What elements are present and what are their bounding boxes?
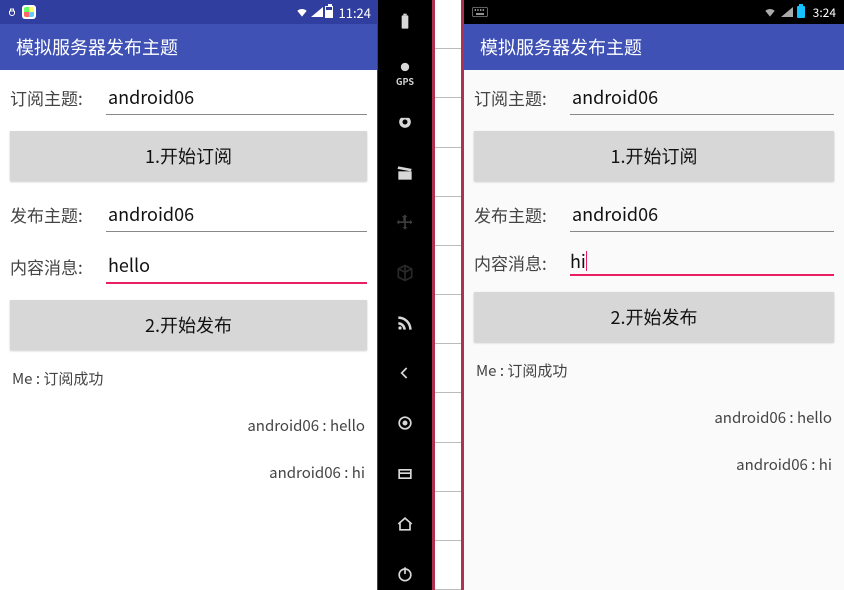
move-icon[interactable] bbox=[385, 207, 425, 239]
app-bar-left: 模拟服务器发布主题 bbox=[0, 24, 377, 70]
clapper-icon[interactable] bbox=[385, 157, 425, 189]
message-input-value[interactable]: hi bbox=[570, 248, 586, 274]
log-line: android06 : hello bbox=[476, 405, 832, 430]
app-bar-right: 模拟服务器发布主题 bbox=[464, 24, 844, 70]
battery-icon bbox=[797, 6, 805, 18]
log-line: android06 : hi bbox=[12, 460, 365, 485]
app-icon bbox=[22, 5, 36, 19]
subscribe-topic-input[interactable] bbox=[570, 80, 834, 115]
publish-button[interactable]: 2.开始发布 bbox=[10, 300, 367, 350]
gps-icon[interactable]: GPS bbox=[385, 56, 425, 88]
publish-topic-label: 发布主题: bbox=[474, 202, 562, 227]
phone-screen-right: 3:24 模拟服务器发布主题 订阅主题: 1.开始订阅 发布主题: 内容消息: … bbox=[464, 0, 844, 590]
message-input[interactable] bbox=[106, 248, 367, 284]
cube-icon[interactable] bbox=[385, 257, 425, 289]
status-time: 11:24 bbox=[339, 3, 371, 22]
subscribe-button[interactable]: 1.开始订阅 bbox=[474, 131, 834, 181]
publish-topic-input[interactable] bbox=[106, 197, 367, 232]
home-icon[interactable] bbox=[385, 508, 425, 540]
phone-screen-left: 11:24 模拟服务器发布主题 订阅主题: 1.开始订阅 发布主题: 内容消息: bbox=[0, 0, 378, 590]
publish-topic-input[interactable] bbox=[570, 197, 834, 232]
app-title: 模拟服务器发布主题 bbox=[16, 34, 178, 60]
status-bar-right: 3:24 bbox=[464, 0, 844, 24]
app-title: 模拟服务器发布主题 bbox=[480, 34, 642, 60]
log-line: Me : 订阅成功 bbox=[12, 366, 365, 391]
publish-topic-label: 发布主题: bbox=[10, 202, 98, 227]
usb-icon bbox=[6, 6, 18, 18]
wifi-icon bbox=[763, 7, 777, 17]
signal-icon bbox=[311, 7, 323, 17]
log-line: android06 : hello bbox=[12, 413, 365, 438]
text-caret bbox=[586, 251, 587, 271]
battery-icon bbox=[325, 6, 333, 18]
publish-button[interactable]: 2.开始发布 bbox=[474, 292, 834, 342]
signal-icon bbox=[781, 7, 793, 17]
divider-strip bbox=[432, 0, 464, 590]
camera-icon[interactable] bbox=[385, 106, 425, 138]
log-area-right: Me : 订阅成功 android06 : hello android06 : … bbox=[470, 350, 838, 485]
overview-icon[interactable] bbox=[385, 407, 425, 439]
status-time: 3:24 bbox=[813, 4, 836, 21]
back-icon[interactable] bbox=[385, 357, 425, 389]
power-icon[interactable] bbox=[385, 558, 425, 590]
log-line: android06 : hi bbox=[476, 452, 832, 477]
status-bar-left: 11:24 bbox=[0, 0, 377, 24]
message-label: 内容消息: bbox=[474, 250, 562, 275]
battery-icon[interactable] bbox=[385, 6, 425, 38]
emulator-toolbar: GPS bbox=[378, 0, 432, 590]
subscribe-topic-input[interactable] bbox=[106, 80, 367, 115]
subscribe-topic-label: 订阅主题: bbox=[474, 85, 562, 110]
message-label: 内容消息: bbox=[10, 254, 98, 279]
emulator-left: 11:24 模拟服务器发布主题 订阅主题: 1.开始订阅 发布主题: 内容消息: bbox=[0, 0, 432, 590]
keyboard-icon bbox=[472, 6, 488, 18]
wifi-icon bbox=[295, 7, 309, 17]
log-line: Me : 订阅成功 bbox=[476, 358, 832, 383]
subscribe-topic-label: 订阅主题: bbox=[10, 85, 98, 110]
rss-icon[interactable] bbox=[385, 307, 425, 339]
recent-icon[interactable] bbox=[385, 458, 425, 490]
subscribe-button[interactable]: 1.开始订阅 bbox=[10, 131, 367, 181]
log-area-left: Me : 订阅成功 android06 : hello android06 : … bbox=[6, 358, 371, 493]
